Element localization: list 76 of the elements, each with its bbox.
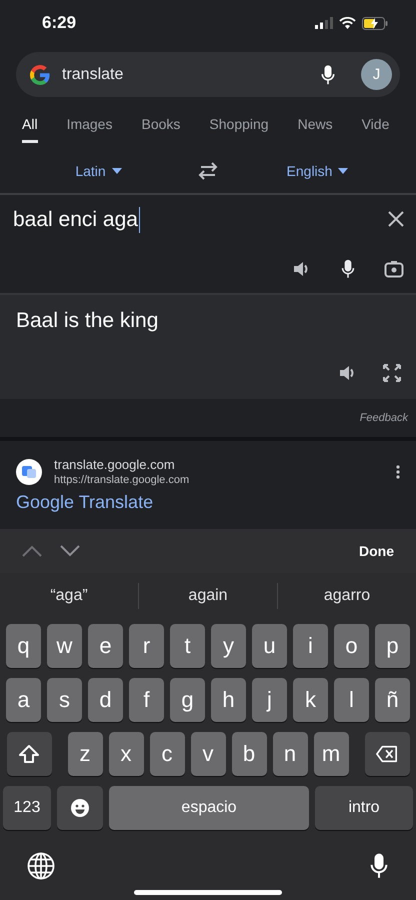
target-language[interactable]: English [286,163,332,179]
search-tab[interactable]: All [22,108,38,142]
return-key[interactable]: intro [315,786,413,830]
search-query: translate [62,66,124,84]
keyboard-key[interactable]: u [252,624,287,668]
shift-arrow-icon [18,744,40,764]
word-suggestion[interactable]: agarro [278,587,416,605]
keyboard-key[interactable]: e [88,624,123,668]
search-tab[interactable]: Books [141,108,180,142]
keyboard-key[interactable]: h [211,678,246,722]
keyboard-key[interactable]: z [68,732,102,776]
keyboard-key[interactable]: f [129,678,164,722]
keyboard-key[interactable]: y [211,624,246,668]
keyboard-key[interactable]: i [293,624,328,668]
keyboard-key[interactable]: a [6,678,41,722]
result-title-link[interactable]: Google Translate [16,492,400,513]
next-field-icon[interactable] [60,545,80,557]
word-suggestion[interactable]: again [139,587,277,605]
wifi-icon [339,17,356,29]
keyboard-key[interactable]: n [272,732,308,776]
more-options-icon[interactable] [396,464,400,478]
camera-icon[interactable] [384,259,404,279]
source-text[interactable]: baal enci aga [13,208,138,232]
keyboard-key[interactable]: c [150,732,184,776]
keyboard-key[interactable]: w [47,624,82,668]
search-tab[interactable]: Vide [362,108,390,142]
search-bar[interactable]: translate J [16,52,400,97]
word-suggestion[interactable]: “aga” [0,587,138,605]
keyboard-key[interactable]: o [334,624,369,668]
space-key[interactable]: espacio [109,786,309,830]
site-favicon [16,458,42,484]
keyboard-key[interactable]: d [88,678,123,722]
keyboard-key[interactable]: j [252,678,287,722]
close-icon[interactable] [388,211,404,227]
keyboard-key[interactable]: v [190,732,226,776]
search-tab[interactable]: News [298,108,333,142]
dropdown-caret-icon [112,168,122,174]
keyboard-key[interactable]: x [108,732,144,776]
keyboard-key[interactable]: p [375,624,410,668]
backspace-key[interactable] [364,732,410,776]
previous-field-icon[interactable] [22,545,42,557]
account-avatar[interactable]: J [361,59,392,90]
globe-icon[interactable] [27,852,55,880]
clock: 6:29 [42,13,76,33]
swap-languages-icon[interactable] [197,162,219,180]
search-tab[interactable]: Shopping [209,108,269,142]
keyboard-key[interactable]: r [129,624,164,668]
microphone-icon[interactable] [370,852,388,880]
keyboard-key[interactable]: q [6,624,41,668]
source-language[interactable]: Latin [75,163,106,179]
battery-charging-icon [362,16,388,30]
translated-text: Baal is the king [16,309,160,333]
keyboard-key[interactable]: l [334,678,369,722]
keyboard-key[interactable]: k [293,678,328,722]
text-cursor [138,207,140,233]
search-tab[interactable]: Images [66,108,112,142]
backspace-icon [376,744,398,764]
feedback-link[interactable]: Feedback [360,412,408,424]
result-domain: translate.google.com [54,457,176,472]
done-button[interactable]: Done [353,542,400,560]
signal-icon [315,17,333,29]
keyboard-key[interactable]: ñ [375,678,410,722]
fullscreen-icon[interactable] [382,363,402,383]
keyboard-key[interactable]: t [170,624,205,668]
keyboard-key[interactable]: m [314,732,348,776]
emoji-key[interactable] [57,786,103,830]
result-url: https://translate.google.com [54,474,190,486]
smiley-icon [69,798,91,818]
shift-key[interactable] [6,732,52,776]
keyboard-key[interactable]: g [170,678,205,722]
dropdown-caret-icon [338,168,348,174]
numbers-key[interactable]: 123 [3,786,51,830]
keyboard-key[interactable]: b [232,732,266,776]
microphone-icon[interactable] [321,64,335,86]
keyboard-key[interactable]: s [47,678,82,722]
google-logo [28,62,52,86]
